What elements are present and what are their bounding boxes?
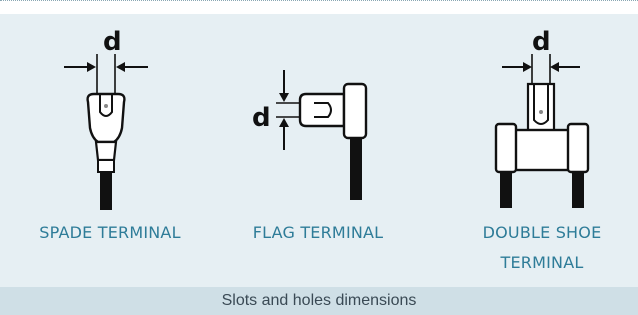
figure-caption: Slots and holes dimensions: [221, 292, 417, 309]
caption-bar: Slots and holes dimensions: [0, 287, 638, 315]
double-shoe-terminal-label-line1: DOUBLE SHOE: [482, 223, 602, 242]
double-shoe-terminal-label-line2: TERMINAL: [500, 253, 584, 272]
flag-terminal-label: FLAG TERMINAL: [252, 223, 384, 242]
terminal-illustrations-panel: d d d SPADE TERMINAL FLAG TERMINAL DOUBL…: [0, 14, 638, 287]
figure-page: d d d SPADE TERMINAL FLAG TERMINAL DOUBL…: [0, 0, 638, 315]
spade-terminal-label: SPADE TERMINAL: [39, 223, 181, 242]
spade-terminal-illustration: d: [64, 27, 148, 210]
dotted-divider: [0, 0, 638, 1]
spade-dimension-label: d: [103, 27, 122, 57]
double-shoe-terminal-illustration: d: [494, 27, 590, 208]
double-shoe-dimension-label: d: [532, 27, 551, 57]
flag-dimension-label: d: [252, 103, 271, 133]
flag-terminal-illustration: d: [252, 70, 368, 200]
